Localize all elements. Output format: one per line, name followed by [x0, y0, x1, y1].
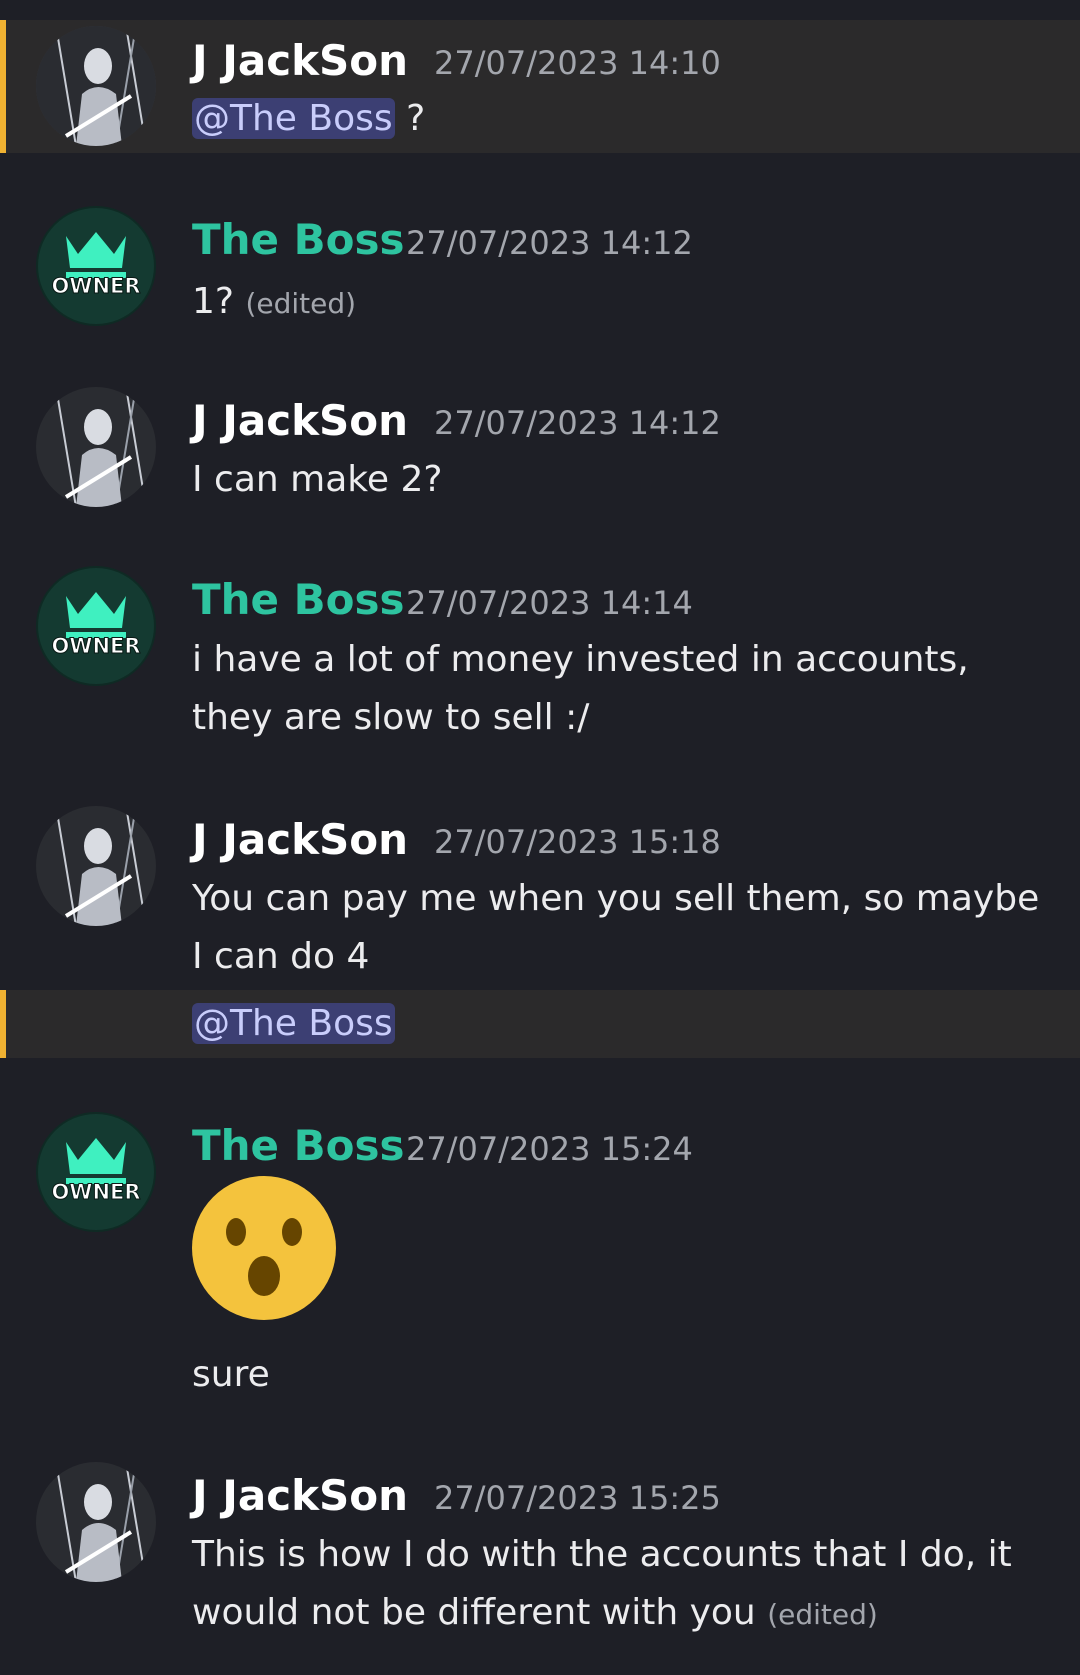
message-text: i have a lot of money invested in accoun… — [192, 639, 969, 738]
message-content: @The Boss — [192, 995, 1052, 1053]
author-name[interactable]: J JackSon — [192, 400, 408, 442]
message-timestamp: 27/07/2023 15:24 — [406, 1130, 693, 1168]
message-timestamp: 27/07/2023 15:18 — [434, 823, 721, 861]
owner-badge-text: OWNER — [51, 274, 140, 298]
message-text: You can pay me when you sell them, so ma… — [192, 878, 1040, 977]
message-text: sure — [192, 1354, 270, 1395]
message-text: This is how I do with the accounts that … — [192, 1534, 1012, 1633]
owner-badge-text: OWNER — [51, 634, 140, 658]
message-timestamp: 27/07/2023 14:14 — [406, 584, 693, 622]
avatar-j-jackson[interactable] — [36, 806, 156, 926]
message-content: @The Boss ? — [192, 90, 1052, 148]
user-mention[interactable]: @The Boss — [192, 98, 395, 139]
avatar-j-jackson[interactable] — [36, 26, 156, 146]
author-name[interactable]: The Boss — [192, 1125, 405, 1167]
message-timestamp: 27/07/2023 15:25 — [434, 1479, 721, 1517]
user-mention[interactable]: @The Boss — [192, 1003, 395, 1044]
avatar-j-jackson[interactable] — [36, 1462, 156, 1582]
message-text: ? — [394, 98, 426, 139]
author-name[interactable]: J JackSon — [192, 819, 408, 861]
edited-label: (edited) — [245, 287, 357, 320]
author-name[interactable]: The Boss — [192, 579, 405, 621]
author-name[interactable]: J JackSon — [192, 40, 408, 82]
message-timestamp: 27/07/2023 14:12 — [406, 224, 693, 262]
message-timestamp: 27/07/2023 14:12 — [434, 404, 721, 442]
message-content: 1? (edited) — [192, 273, 1052, 333]
author-name[interactable]: J JackSon — [192, 1475, 408, 1517]
message-text: I can make 2? — [192, 459, 443, 500]
hushed-face-emoji[interactable] — [192, 1176, 336, 1320]
chat-log: J JackSon 27/07/2023 14:10 @The Boss ? O… — [0, 0, 1080, 1675]
message-timestamp: 27/07/2023 14:10 — [434, 44, 721, 82]
avatar-the-boss[interactable]: OWNER — [36, 566, 156, 686]
owner-badge-text: OWNER — [51, 1180, 140, 1204]
edited-label: (edited) — [767, 1598, 878, 1631]
message-content: This is how I do with the accounts that … — [192, 1526, 1052, 1644]
avatar-j-jackson[interactable] — [36, 387, 156, 507]
author-name[interactable]: The Boss — [192, 219, 405, 261]
avatar-the-boss[interactable]: OWNER — [36, 1112, 156, 1232]
message-text: 1? — [192, 281, 235, 322]
avatar-the-boss[interactable]: OWNER — [36, 206, 156, 326]
